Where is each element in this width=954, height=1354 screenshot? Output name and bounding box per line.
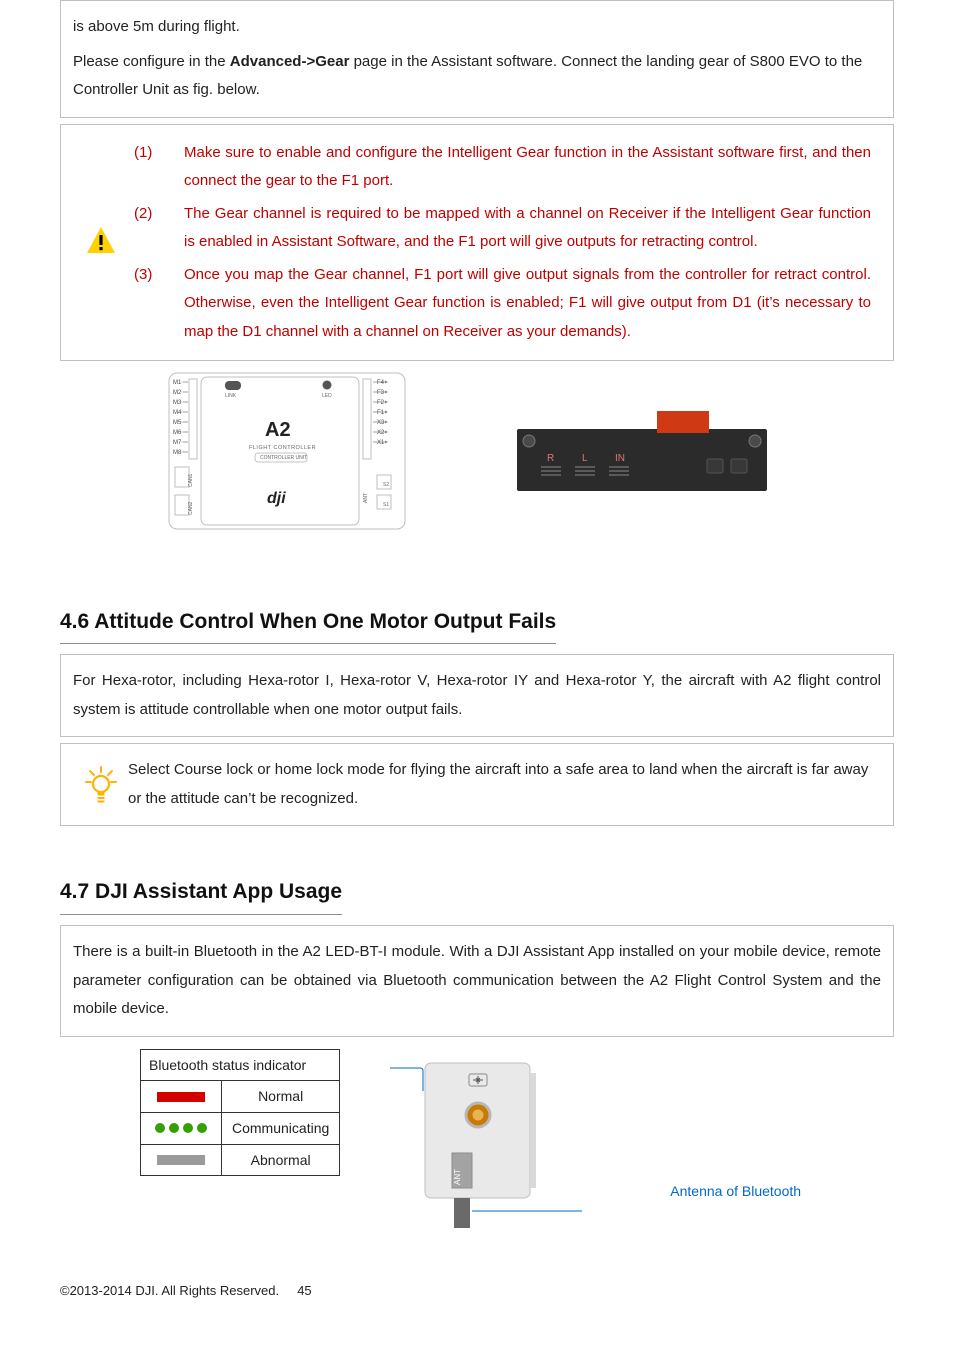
svg-text:IN: IN <box>615 453 625 464</box>
bt-label: Abnormal <box>222 1144 340 1176</box>
svg-text:FLIGHT CONTROLLER: FLIGHT CONTROLLER <box>249 445 316 451</box>
footer-page-number: 45 <box>297 1283 311 1298</box>
warning-triangle-icon <box>86 226 116 254</box>
svg-text:S1: S1 <box>383 502 389 508</box>
warning-text: Make sure to enable and configure the In… <box>184 139 871 196</box>
bt-indicator-solid-grey <box>141 1144 222 1176</box>
svg-text:ANT: ANT <box>453 1169 462 1185</box>
warning-num: (2) <box>128 200 184 257</box>
svg-text:F2: F2 <box>377 400 385 406</box>
svg-text:S2: S2 <box>383 482 389 488</box>
svg-text:M1: M1 <box>173 380 182 386</box>
svg-text:LED: LED <box>322 393 332 399</box>
svg-text:M6: M6 <box>173 430 182 436</box>
bt-label: Communicating <box>222 1112 340 1144</box>
svg-text:CONTROLLER UNIT: CONTROLLER UNIT <box>260 455 307 461</box>
warning-item: (2) The Gear channel is required to be m… <box>128 200 871 257</box>
section-47-heading: 4.7 DJI Assistant App Usage <box>60 872 342 915</box>
svg-text:F3: F3 <box>377 390 385 396</box>
warning-list: (1) Make sure to enable and configure th… <box>128 131 881 355</box>
section-46-body-box: For Hexa-rotor, including Hexa-rotor I, … <box>60 654 894 737</box>
svg-text:LINK: LINK <box>225 393 237 399</box>
warning-text: Once you map the Gear channel, F1 port w… <box>184 261 871 347</box>
antenna-callout: Antenna of Bluetooth <box>670 1178 801 1205</box>
warning-num: (3) <box>128 261 184 347</box>
config-line2-a: Please configure in the <box>73 53 230 70</box>
svg-text:M8: M8 <box>173 450 182 456</box>
table-row: Abnormal <box>141 1144 340 1176</box>
bt-indicator-solid-red <box>141 1081 222 1113</box>
svg-text:R: R <box>547 453 554 464</box>
svg-text:M5: M5 <box>173 420 182 426</box>
config-line2-b: Advanced->Gear <box>230 53 350 70</box>
bt-label: Normal <box>222 1081 340 1113</box>
warning-text: The Gear channel is required to be mappe… <box>184 200 871 257</box>
svg-text:F1: F1 <box>377 410 385 416</box>
svg-text:CAN1: CAN1 <box>188 473 194 487</box>
config-line2: Please configure in the Advanced->Gear p… <box>73 48 881 105</box>
gear-module-diagram: R L IN <box>507 401 787 512</box>
bt-module-diagram: ANT Antenna of Bluetooth <box>390 1043 894 1254</box>
bt-indicator-green-dots <box>141 1112 222 1144</box>
section-46-heading: 4.6 Attitude Control When One Motor Outp… <box>60 602 556 645</box>
config-box: is above 5m during flight. Please config… <box>60 0 894 118</box>
tip-icon-col <box>73 750 128 806</box>
svg-text:X3: X3 <box>377 420 385 426</box>
warning-item: (1) Make sure to enable and configure th… <box>128 139 871 196</box>
document-page: is above 5m during flight. Please config… <box>0 0 954 1354</box>
svg-text:M2: M2 <box>173 390 182 396</box>
svg-text:A2: A2 <box>265 419 291 441</box>
bt-table-header: Bluetooth status indicator <box>141 1049 340 1081</box>
svg-text:ANT: ANT <box>363 493 369 503</box>
warning-num: (1) <box>128 139 184 196</box>
section-46-tip-box: Select Course lock or home lock mode for… <box>60 743 894 826</box>
table-row: Normal <box>141 1081 340 1113</box>
section-47-body: There is a built-in Bluetooth in the A2 … <box>73 938 881 1024</box>
controller-diagram: M1 M2 M3 M4 M5 M6 M7 M8 CAN1 CAN2 LINK L… <box>167 371 407 542</box>
svg-text:X2: X2 <box>377 430 385 436</box>
footer-copyright: ©2013-2014 DJI. All Rights Reserved. <box>60 1283 279 1298</box>
warning-box: (1) Make sure to enable and configure th… <box>60 124 894 362</box>
table-row: Communicating <box>141 1112 340 1144</box>
svg-text:X1: X1 <box>377 440 385 446</box>
svg-text:dji: dji <box>267 490 286 507</box>
config-line1: is above 5m during flight. <box>73 13 881 42</box>
bluetooth-status-table: Bluetooth status indicator Normal Commun… <box>140 1049 340 1176</box>
section-46-tip: Select Course lock or home lock mode for… <box>128 750 881 819</box>
warning-icon-col <box>73 131 128 254</box>
svg-text:M3: M3 <box>173 400 182 406</box>
svg-text:CAN2: CAN2 <box>188 501 194 515</box>
lightbulb-icon <box>84 766 118 806</box>
diagram-row: M1 M2 M3 M4 M5 M6 M7 M8 CAN1 CAN2 LINK L… <box>60 371 894 542</box>
section-47-body-box: There is a built-in Bluetooth in the A2 … <box>60 925 894 1037</box>
svg-text:M7: M7 <box>173 440 182 446</box>
svg-text:L: L <box>582 453 588 464</box>
page-footer: ©2013-2014 DJI. All Rights Reserved. 45 <box>60 1279 312 1304</box>
svg-text:F4: F4 <box>377 380 385 386</box>
bluetooth-area: Bluetooth status indicator Normal Commun… <box>60 1043 894 1254</box>
warning-item: (3) Once you map the Gear channel, F1 po… <box>128 261 871 347</box>
svg-text:M4: M4 <box>173 410 182 416</box>
section-46-body: For Hexa-rotor, including Hexa-rotor I, … <box>73 667 881 724</box>
